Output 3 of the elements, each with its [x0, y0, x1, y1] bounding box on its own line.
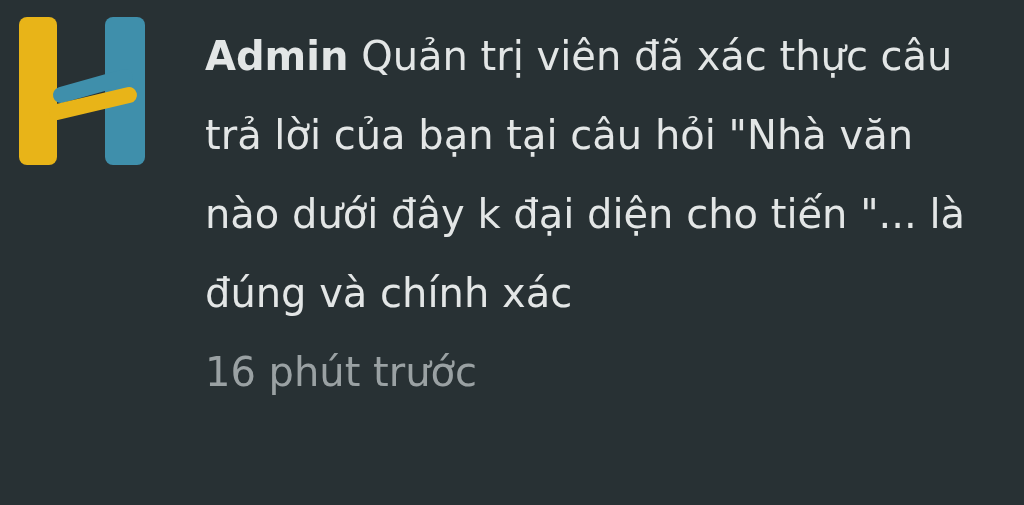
notification-message: Admin Quản trị viên đã xác thực câu trả lời của bạn tại câu hỏi "Nhà văn nào dưới đây k đại diện cho tiến "... là đúng và chính xác — [205, 32, 967, 318]
logo-icon — [17, 15, 147, 167]
notification-time: 16 phút trước — [205, 348, 479, 397]
